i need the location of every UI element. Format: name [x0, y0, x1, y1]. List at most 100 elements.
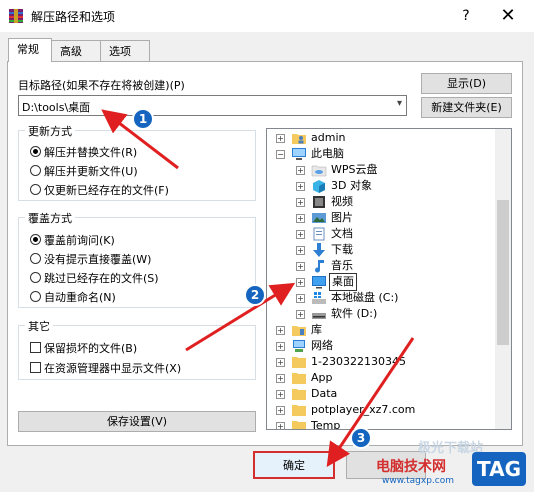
radio-overwrite-without-prompt[interactable]: 没有提示直接覆盖(W): [30, 251, 151, 267]
tree-node-folder-temp[interactable]: + Temp: [267, 418, 495, 429]
expand-icon[interactable]: +: [276, 390, 285, 399]
window-title: 解压路径和选项: [31, 10, 116, 24]
close-button[interactable]: ✕: [495, 5, 521, 27]
radio-skip-existing[interactable]: 跳过已经存在的文件(S): [30, 270, 159, 286]
new-folder-button[interactable]: 新建文件夹(E): [421, 97, 512, 118]
checkbox-indicator[interactable]: [30, 362, 41, 373]
expand-icon[interactable]: +: [276, 342, 285, 351]
tree-node-wps-cloud[interactable]: + WPS云盘: [267, 162, 495, 178]
computer-icon: [292, 148, 306, 160]
tab-general[interactable]: 常规: [8, 38, 52, 62]
expand-icon[interactable]: +: [276, 326, 285, 335]
radio-extract-update[interactable]: 解压并更新文件(U): [30, 163, 138, 179]
target-path-label: 目标路径(如果不存在将被创建)(P): [18, 79, 185, 92]
pictures-folder-icon: [312, 213, 326, 223]
tree-node-folder-data[interactable]: + Data: [267, 386, 495, 402]
3d-objects-icon: [313, 180, 325, 193]
cloud-folder-icon: [311, 165, 327, 177]
collapse-icon[interactable]: −: [276, 150, 285, 159]
folder-icon: [292, 421, 306, 429]
help-button[interactable]: ?: [455, 5, 477, 27]
tree-node-folder-potplayer[interactable]: + potplayer_xz7.com: [267, 402, 495, 418]
radio-extract-replace[interactable]: 解压并替换文件(R): [30, 144, 137, 160]
tree-node-folder-1-230322130345[interactable]: + 1-230322130345: [267, 354, 495, 370]
radio-indicator[interactable]: [30, 184, 41, 195]
watermark-url: www.tagxp.com: [382, 476, 454, 486]
tree-node-videos[interactable]: + 视频: [267, 194, 495, 210]
expand-icon[interactable]: +: [276, 422, 285, 429]
expand-icon[interactable]: +: [296, 230, 305, 239]
radio-indicator[interactable]: [30, 291, 41, 302]
folder-icon: [292, 357, 306, 368]
watermark-tag-logo: TAG: [472, 452, 526, 486]
folder-tree[interactable]: + admin − 此电脑 + WPS云盘 + 3D 对象 + 视频 + 图片 …: [266, 128, 512, 430]
tree-node-admin[interactable]: + admin: [267, 130, 495, 146]
windows-drive-icon: [312, 292, 326, 304]
tab-advanced[interactable]: 高级: [51, 40, 101, 62]
save-settings-button[interactable]: 保存设置(V): [18, 411, 256, 432]
expand-icon[interactable]: +: [296, 182, 305, 191]
other-title: 其它: [25, 318, 53, 334]
update-mode-title: 更新方式: [25, 123, 75, 139]
selected-node-label: 桌面: [329, 273, 357, 291]
expand-icon[interactable]: +: [276, 406, 285, 415]
watermark-site-name: 电脑技术网: [376, 459, 446, 475]
chevron-down-icon[interactable]: ▾: [397, 98, 402, 109]
tree-node-software-d[interactable]: + 软件 (D:): [267, 306, 495, 322]
radio-ask-before-overwrite[interactable]: 覆盖前询问(K): [30, 232, 115, 248]
radio-selected-indicator[interactable]: [30, 234, 41, 245]
documents-folder-icon: [313, 227, 325, 241]
tree-node-this-pc[interactable]: − 此电脑: [267, 146, 495, 162]
network-icon: [293, 340, 305, 352]
expand-icon[interactable]: +: [276, 358, 285, 367]
folder-icon: [292, 405, 306, 416]
tree-node-libraries[interactable]: + 库: [267, 322, 495, 338]
tree-node-network[interactable]: + 网络: [267, 338, 495, 354]
folder-icon: [292, 389, 306, 400]
expand-icon[interactable]: +: [296, 310, 305, 319]
radio-auto-rename[interactable]: 自动重命名(N): [30, 289, 116, 305]
checkbox-keep-broken-files[interactable]: 保留损坏的文件(B): [30, 340, 137, 356]
title-bar: 解压路径和选项 ? ✕: [0, 0, 534, 32]
video-folder-icon: [313, 196, 325, 208]
target-path-value: D:\tools\桌面: [22, 101, 91, 114]
checkbox-show-in-explorer[interactable]: 在资源管理器中显示文件(X): [30, 360, 181, 376]
tree-node-3d-objects[interactable]: + 3D 对象: [267, 178, 495, 194]
expand-icon[interactable]: +: [296, 246, 305, 255]
music-note-icon: [315, 260, 324, 273]
expand-icon[interactable]: +: [296, 166, 305, 175]
expand-icon[interactable]: +: [296, 294, 305, 303]
folder-icon: [292, 373, 306, 384]
radio-indicator[interactable]: [30, 165, 41, 176]
desktop-icon: [312, 276, 326, 289]
expand-icon[interactable]: +: [296, 214, 305, 223]
radio-update-existing[interactable]: 仅更新已经存在的文件(F): [30, 182, 169, 198]
tree-node-pictures[interactable]: + 图片: [267, 210, 495, 226]
tree-node-desktop[interactable]: + 桌面: [267, 273, 495, 291]
expand-icon[interactable]: +: [276, 134, 285, 143]
overwrite-mode-title: 覆盖方式: [25, 210, 75, 226]
expand-icon[interactable]: +: [296, 278, 305, 287]
show-button[interactable]: 显示(D): [421, 73, 512, 94]
radio-indicator[interactable]: [30, 253, 41, 264]
tab-options[interactable]: 选项: [100, 40, 150, 62]
tree-scrollbar-thumb[interactable]: [497, 200, 509, 345]
target-path-combobox[interactable]: D:\tools\桌面 ▾: [18, 95, 407, 116]
drive-icon: [312, 313, 326, 319]
expand-icon[interactable]: +: [296, 262, 305, 271]
step-badge-2: 2: [244, 284, 266, 306]
ok-button[interactable]: 确定: [253, 451, 335, 479]
expand-icon[interactable]: +: [296, 198, 305, 207]
checkbox-indicator[interactable]: [30, 342, 41, 353]
tree-node-downloads[interactable]: + 下载: [267, 242, 495, 258]
tree-node-music[interactable]: + 音乐: [267, 258, 495, 274]
tree-node-folder-app[interactable]: + App: [267, 370, 495, 386]
radio-indicator[interactable]: [30, 272, 41, 283]
tree-node-documents[interactable]: + 文档: [267, 226, 495, 242]
expand-icon[interactable]: +: [276, 374, 285, 383]
user-folder-icon: [292, 134, 306, 144]
tree-node-local-disk-c[interactable]: + 本地磁盘 (C:): [267, 290, 495, 306]
winrar-app-icon: [9, 9, 23, 23]
library-folder-icon: [292, 326, 306, 336]
radio-selected-indicator[interactable]: [30, 146, 41, 157]
